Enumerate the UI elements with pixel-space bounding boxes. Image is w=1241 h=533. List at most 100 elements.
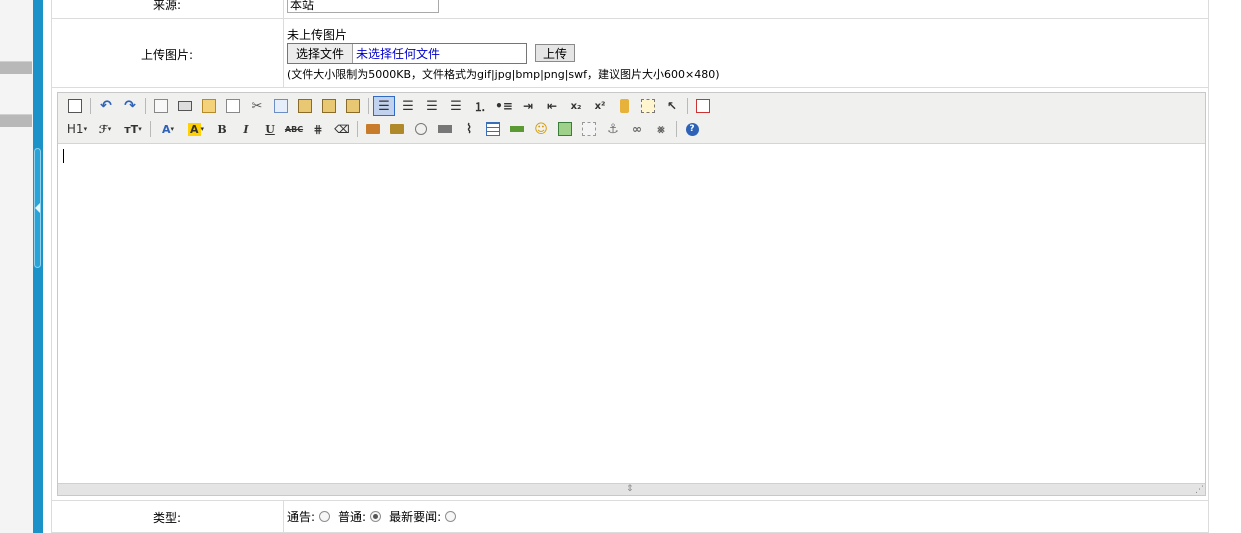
- toolbar-row-1: ↶ ↷ ✂ ☰ ☰ ☰ ☰ ⒈ •≡ ⇥ ⇤ x₂ x² ↖: [64, 95, 716, 117]
- upload-button[interactable]: 上传: [535, 44, 575, 62]
- row-divider: [51, 18, 1209, 19]
- upload-hint: (文件大小限制为5000KB，文件格式为gif|jpg|bmp|png|swf，…: [287, 68, 720, 81]
- column-divider: [283, 0, 284, 88]
- type-option-normal-label: 普通:: [338, 510, 367, 524]
- strikethrough-button[interactable]: ABC: [283, 119, 305, 139]
- bold-button[interactable]: B: [211, 119, 233, 139]
- upload-label: 上传图片:: [140, 48, 194, 62]
- image-icon[interactable]: [554, 119, 576, 139]
- editor-content-area[interactable]: [58, 144, 1205, 484]
- choose-file-button[interactable]: 选择文件: [288, 44, 353, 63]
- insert-flash-icon[interactable]: [410, 119, 432, 139]
- anchor-icon[interactable]: ⚓: [602, 119, 624, 139]
- insert-row-icon[interactable]: [506, 119, 528, 139]
- heading-label: H1: [66, 122, 84, 136]
- table-border: [51, 0, 52, 533]
- eraser-icon[interactable]: ⌫: [331, 119, 353, 139]
- type-option-notice-label: 通告:: [287, 510, 316, 524]
- underline-icon: U: [265, 122, 275, 136]
- subscript-icon[interactable]: x₂: [565, 96, 587, 116]
- select-all-icon[interactable]: [637, 96, 659, 116]
- clear-format-icon[interactable]: [613, 96, 635, 116]
- row-divider: [51, 500, 1209, 501]
- attachment-icon[interactable]: ⌇: [458, 119, 480, 139]
- editor-statusbar: ⇕ ⋰: [58, 483, 1205, 495]
- source-label: 来源:: [152, 0, 182, 12]
- redo-icon[interactable]: ↷: [119, 96, 141, 116]
- paste-word-icon[interactable]: [342, 96, 364, 116]
- underline-button[interactable]: U: [259, 119, 281, 139]
- cut-icon[interactable]: ✂: [246, 96, 268, 116]
- type-radio-group: 通告: 普通: 最新要闻:: [287, 508, 464, 525]
- file-status-text: 未选择任何文件: [356, 47, 441, 61]
- align-left-icon[interactable]: ☰: [373, 96, 395, 116]
- toolbar-separator: [357, 121, 358, 137]
- insert-image-icon[interactable]: [362, 119, 384, 139]
- corner-resize-icon[interactable]: ⋰: [1195, 486, 1204, 495]
- paste-icon[interactable]: [294, 96, 316, 116]
- highlight-dropdown[interactable]: A ▾: [183, 119, 209, 139]
- type-option-headline-radio[interactable]: [445, 511, 457, 522]
- heading-dropdown[interactable]: H1 ▾: [64, 119, 90, 139]
- rich-text-editor: ↶ ↷ ✂ ☰ ☰ ☰ ☰ ⒈ •≡ ⇥ ⇤ x₂ x² ↖ H1 ▾ ℱ ▾ …: [57, 92, 1206, 496]
- cursor-icon[interactable]: ↖: [661, 96, 683, 116]
- indent-icon[interactable]: ⇥: [517, 96, 539, 116]
- unordered-list-icon[interactable]: •≡: [493, 96, 515, 116]
- chevron-left-icon[interactable]: [35, 203, 40, 213]
- fullscreen-icon[interactable]: [692, 96, 714, 116]
- column-divider: [283, 500, 284, 533]
- left-menu-tab[interactable]: [0, 114, 32, 127]
- italic-icon: I: [243, 122, 249, 136]
- insert-media-icon[interactable]: [434, 119, 456, 139]
- undo-icon[interactable]: ↶: [95, 96, 117, 116]
- source-input[interactable]: 本站: [287, 0, 439, 13]
- toolbar-separator: [150, 121, 151, 137]
- highlight-icon: A: [187, 122, 201, 136]
- unlink-icon[interactable]: ⨳: [650, 119, 672, 139]
- table-border: [1208, 0, 1209, 533]
- resize-handle-icon[interactable]: ⇕: [626, 485, 634, 494]
- bold-icon: B: [217, 122, 227, 136]
- left-panel: [0, 0, 33, 533]
- font-color-dropdown[interactable]: A ▾: [155, 119, 181, 139]
- left-menu-tab[interactable]: [0, 61, 32, 74]
- italic-button[interactable]: I: [235, 119, 257, 139]
- justify-icon[interactable]: ☰: [445, 96, 467, 116]
- toolbar-separator: [90, 98, 91, 114]
- toolbar-separator: [145, 98, 146, 114]
- toolbar-separator: [368, 98, 369, 114]
- type-option-normal-radio[interactable]: [370, 511, 382, 522]
- superscript-icon[interactable]: x²: [589, 96, 611, 116]
- paste-text-icon[interactable]: [318, 96, 340, 116]
- print-icon[interactable]: [174, 96, 196, 116]
- help-icon[interactable]: ?: [681, 119, 703, 139]
- font-size-icon: тT: [124, 122, 139, 136]
- code-icon[interactable]: [222, 96, 244, 116]
- strikethrough-icon: ABC: [284, 124, 304, 134]
- toolbar-separator: [676, 121, 677, 137]
- row-divider: [51, 87, 1209, 88]
- emoticon-icon[interactable]: ☺: [530, 119, 552, 139]
- horizontal-rule-icon[interactable]: ⋕: [307, 119, 329, 139]
- font-family-dropdown[interactable]: ℱ ▾: [92, 119, 118, 139]
- editor-toolbar: ↶ ↷ ✂ ☰ ☰ ☰ ☰ ⒈ •≡ ⇥ ⇤ x₂ x² ↖ H1 ▾ ℱ ▾ …: [58, 93, 1205, 144]
- type-option-notice-radio[interactable]: [319, 511, 331, 522]
- toolbar-separator: [687, 98, 688, 114]
- insert-multi-image-icon[interactable]: [386, 119, 408, 139]
- ordered-list-icon[interactable]: ⒈: [469, 96, 491, 116]
- source-icon[interactable]: [64, 96, 86, 116]
- align-center-icon[interactable]: ☰: [397, 96, 419, 116]
- align-right-icon[interactable]: ☰: [421, 96, 443, 116]
- font-color-icon: A: [161, 122, 171, 136]
- file-input[interactable]: 选择文件 未选择任何文件: [287, 43, 527, 64]
- page-break-icon[interactable]: [578, 119, 600, 139]
- font-size-dropdown[interactable]: тT ▾: [120, 119, 146, 139]
- insert-table-icon[interactable]: [482, 119, 504, 139]
- preview-icon[interactable]: [150, 96, 172, 116]
- link-icon[interactable]: ∞: [626, 119, 648, 139]
- text-caret: [63, 149, 64, 163]
- copy-icon[interactable]: [270, 96, 292, 116]
- type-option-headline-label: 最新要闻:: [389, 510, 442, 524]
- template-icon[interactable]: [198, 96, 220, 116]
- outdent-icon[interactable]: ⇤: [541, 96, 563, 116]
